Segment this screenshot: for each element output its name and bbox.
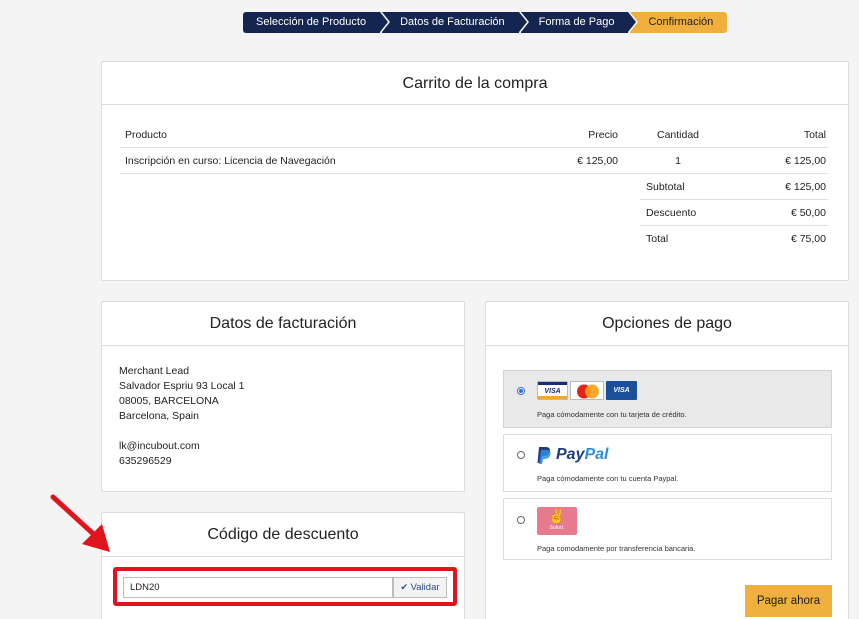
summary-subtotal: Subtotal € 125,00 — [640, 174, 828, 200]
item-product: Inscripción en curso: Licencia de Navega… — [125, 155, 336, 167]
step-product-selection[interactable]: Selección de Producto — [243, 12, 389, 33]
payment-option-card[interactable]: VISA VISA Paga cómodamente con tu tarjet… — [503, 370, 832, 428]
pay-now-button[interactable]: Pagar ahora — [745, 585, 832, 617]
discount-title: Código de descuento — [102, 513, 464, 557]
step-billing-data[interactable]: Datos de Facturación — [382, 12, 527, 33]
radio-card[interactable] — [517, 387, 525, 395]
step-label: Confirmación — [648, 16, 714, 28]
discount-highlight-box: ✔ Validar — [113, 567, 457, 606]
payment-option-sofort[interactable]: ✌ Sofort. Paga comodamente por transfere… — [503, 498, 832, 560]
visa-icon: VISA — [537, 381, 568, 400]
step-label: Selección de Producto — [256, 16, 367, 28]
card-description: Paga cómodamente con tu tarjeta de crédi… — [537, 410, 687, 419]
billing-address-line-3: Barcelona, Spain — [119, 410, 199, 422]
sofort-description: Paga comodamente por transferencia banca… — [537, 544, 696, 553]
item-quantity: 1 — [675, 155, 681, 167]
cart-header-row: Producto Precio Cantidad Total — [120, 122, 828, 148]
cart-item-row: Inscripción en curso: Licencia de Navega… — [120, 148, 828, 174]
payment-title: Opciones de pago — [486, 302, 848, 346]
step-confirmation: Confirmación — [630, 12, 728, 33]
header-product: Producto — [125, 129, 168, 141]
step-label: Forma de Pago — [538, 16, 615, 28]
cart-panel: Carrito de la compra Producto Precio Can… — [101, 61, 849, 281]
header-total: Total — [803, 129, 826, 141]
billing-panel: Datos de facturación Merchant Lead Salva… — [101, 301, 465, 492]
discount-panel: Código de descuento ✔ Validar — [101, 512, 465, 619]
payment-panel: Opciones de pago VISA VISA Paga cómodame… — [485, 301, 849, 619]
checkout-steps: Selección de Producto Datos de Facturaci… — [243, 12, 729, 33]
step-payment-method[interactable]: Forma de Pago — [520, 12, 637, 33]
billing-details: Merchant Lead Salvador Espriu 93 Local 1… — [102, 346, 464, 487]
paypal-description: Paga cómodamente con tu cuenta Paypal. — [537, 474, 679, 483]
summary-label: Subtotal — [646, 181, 685, 193]
cart-summary: Subtotal € 125,00 Descuento € 50,00 Tota… — [640, 174, 828, 252]
cart-table: Producto Precio Cantidad Total Inscripci… — [120, 122, 828, 245]
billing-address-line-2: 08005, BARCELONA — [119, 395, 219, 407]
billing-title: Datos de facturación — [102, 302, 464, 346]
item-total: € 125,00 — [785, 155, 826, 167]
paypal-logo-icon: PayPal — [537, 444, 608, 466]
validate-button[interactable]: ✔ Validar — [393, 577, 447, 598]
summary-label: Total — [646, 233, 669, 245]
validate-label: Validar — [410, 582, 440, 593]
billing-name: Merchant Lead — [119, 365, 190, 377]
summary-total: Total € 75,00 — [640, 226, 828, 252]
mastercard-icon — [570, 381, 604, 400]
visa-electron-icon: VISA — [606, 381, 637, 400]
header-quantity: Cantidad — [656, 129, 700, 141]
radio-sofort[interactable] — [517, 516, 525, 524]
summary-value: € 50,00 — [790, 207, 826, 219]
billing-email: lk@incubout.com — [119, 440, 200, 452]
item-price: € 125,00 — [577, 155, 618, 167]
summary-label: Descuento — [646, 207, 697, 219]
discount-code-input[interactable] — [123, 577, 393, 598]
cart-title: Carrito de la compra — [102, 62, 848, 105]
billing-phone: 635296529 — [119, 455, 172, 467]
radio-paypal[interactable] — [517, 451, 525, 459]
check-icon: ✔ — [400, 582, 409, 592]
summary-discount: Descuento € 50,00 — [640, 200, 828, 226]
summary-value: € 75,00 — [790, 233, 826, 245]
payment-option-paypal[interactable]: PayPal Paga cómodamente con tu cuenta Pa… — [503, 434, 832, 492]
billing-address-line-1: Salvador Espriu 93 Local 1 — [119, 380, 245, 392]
header-price: Precio — [588, 129, 618, 141]
red-arrow-icon — [50, 494, 110, 552]
step-label: Datos de Facturación — [400, 16, 505, 28]
sofort-logo-icon: ✌ Sofort. — [537, 507, 577, 535]
summary-value: € 125,00 — [785, 181, 826, 193]
